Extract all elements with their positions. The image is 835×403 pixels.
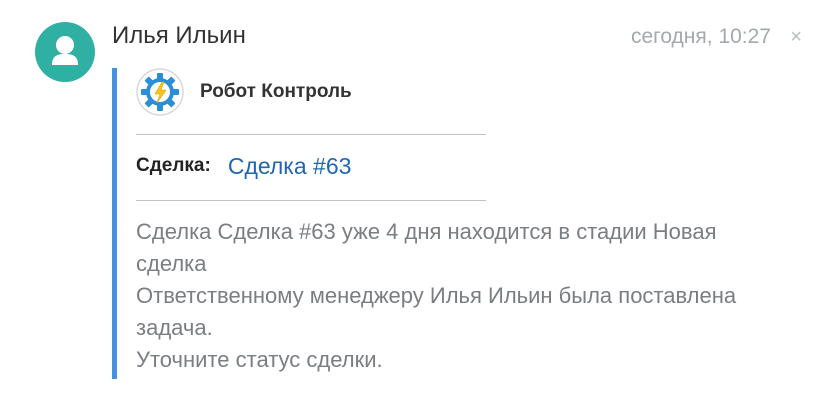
author-avatar[interactable] [35, 22, 95, 82]
deal-link[interactable]: Сделка #63 [228, 153, 352, 180]
attachment-accent-bar [112, 68, 117, 379]
message-body-line: задача. [136, 315, 213, 340]
chat-message: Илья Ильин сегодня, 10:27 × Робот Контро… [0, 0, 835, 403]
deal-field: Сделка: Сделка #63 [136, 151, 351, 181]
message-body-line: Сделка Сделка #63 уже 4 дня находится в … [136, 219, 717, 244]
divider [136, 200, 486, 201]
message-body-line: Ответственному менеджеру Илья Ильин была… [136, 283, 737, 308]
message-timestamp: сегодня, 10:27 [630, 25, 771, 48]
message-body-line: сделка [136, 251, 207, 276]
message-body-line: Уточните статус сделки. [136, 347, 383, 372]
robot-gear-lightning-icon [136, 68, 184, 116]
close-icon[interactable]: × [790, 26, 802, 48]
message-body: Сделка Сделка #63 уже 4 дня находится в … [136, 216, 796, 376]
attachment-sender: Робот Контроль [136, 68, 352, 116]
author-name[interactable]: Илья Ильин [112, 22, 246, 50]
divider [136, 134, 486, 135]
sender-name: Робот Контроль [200, 81, 352, 102]
user-silhouette-icon [52, 36, 78, 65]
deal-field-label: Сделка: [136, 155, 211, 176]
